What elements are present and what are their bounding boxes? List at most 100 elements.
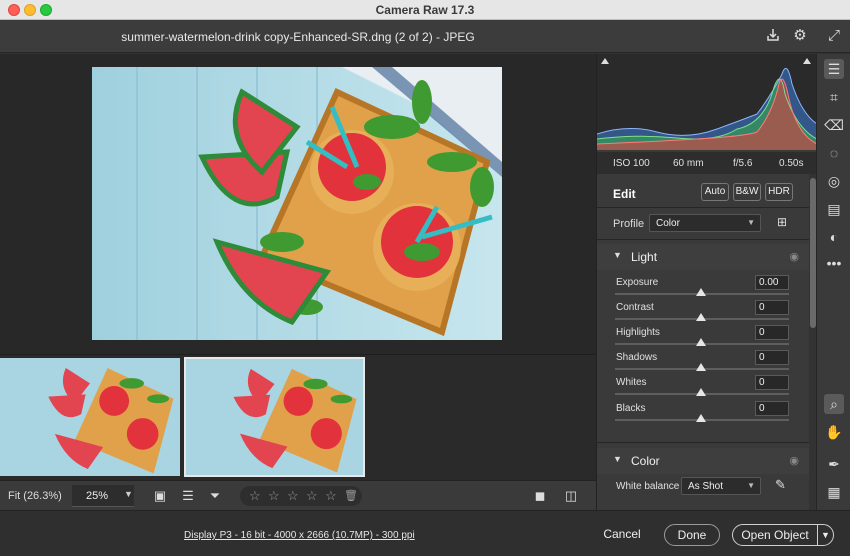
before-after-icon[interactable]: ◫ — [562, 487, 580, 505]
open-object-button[interactable]: Open Object — [732, 524, 818, 546]
divider — [597, 442, 809, 443]
snapshots-icon[interactable]: ▤ — [824, 199, 844, 219]
zoom-icon[interactable]: ⌕ — [824, 394, 844, 414]
filmstrip-thumbnail-selected[interactable] — [184, 357, 365, 477]
contrast-slider[interactable]: Contrast 0 — [597, 299, 809, 324]
profile-label: Profile — [613, 218, 645, 230]
chevron-down-icon: ▼ — [613, 250, 622, 260]
preview-canvas[interactable] — [0, 54, 596, 354]
eye-icon[interactable]: ◉ — [789, 250, 799, 263]
histogram — [597, 54, 817, 150]
chevron-down-icon[interactable]: ▼ — [817, 524, 834, 546]
exif-info: ISO 100 60 mm f/5.6 0.50s — [597, 152, 817, 174]
color-section-title: Color — [631, 454, 660, 468]
gear-icon[interactable]: ⚙ — [791, 27, 809, 45]
exif-shutter: 0.50s — [779, 158, 804, 169]
slider-value-input[interactable]: 0 — [755, 325, 789, 340]
star-icon[interactable]: ☆ — [306, 488, 318, 504]
slider-label: Exposure — [616, 277, 659, 288]
camera-raw-window: Camera Raw 17.3 summer-watermelon-drink … — [0, 0, 850, 556]
star-icon[interactable]: ☆ — [287, 488, 299, 504]
eyedropper-icon[interactable]: ✎ — [775, 477, 786, 493]
crop-icon[interactable]: ⌗ — [824, 87, 844, 107]
color-sampler-icon[interactable]: ✒ — [824, 454, 844, 474]
exif-iso: ISO 100 — [613, 158, 650, 169]
profile-select[interactable]: Color ▼ — [649, 214, 761, 232]
slider-label: Blacks — [616, 403, 646, 414]
status-bar: Display P3 - 16 bit - 4000 x 2666 (10.7M… — [0, 510, 850, 556]
fit-zoom-label[interactable]: Fit (26.3%) — [8, 490, 62, 502]
star-icon[interactable]: ☆ — [249, 488, 261, 504]
masking-icon[interactable]: ◌ — [824, 143, 844, 163]
hdr-button[interactable]: HDR — [765, 183, 793, 201]
eye-icon[interactable]: ◉ — [789, 454, 799, 467]
bottom-toolbar: Fit (26.3%) 25% ▼ ▣ ☰ ⏷ ☆ ☆ ☆ ☆ ☆ 🗑 ◼ ◫ — [0, 480, 596, 510]
slider-handle[interactable] — [696, 388, 706, 396]
chevron-down-icon: ▼ — [613, 454, 622, 464]
slider-handle[interactable] — [696, 313, 706, 321]
edit-sliders-icon[interactable]: ☰ — [824, 59, 844, 79]
profile-browser-icon[interactable]: ⊞ — [777, 215, 787, 229]
chevron-down-icon: ▼ — [747, 481, 755, 490]
slider-value-input[interactable]: 0.00 — [755, 275, 789, 290]
auto-button[interactable]: Auto — [701, 183, 729, 201]
white-balance-value: As Shot — [688, 481, 724, 492]
bw-button[interactable]: B&W — [733, 183, 761, 201]
rating-stars: ☆ ☆ ☆ ☆ ☆ 🗑 — [240, 486, 362, 506]
slider-value-input[interactable]: 0 — [755, 401, 789, 416]
slider-handle[interactable] — [696, 363, 706, 371]
light-section-header[interactable]: ▼ Light ◉ — [597, 244, 809, 270]
slider-value-input[interactable]: 0 — [755, 350, 789, 365]
more-icon[interactable]: ••• — [824, 253, 844, 273]
exif-aperture: f/5.6 — [733, 158, 753, 169]
slider-handle[interactable] — [696, 414, 706, 422]
slider-handle[interactable] — [696, 338, 706, 346]
cancel-button[interactable]: Cancel — [596, 524, 648, 546]
fullscreen-icon[interactable]: ⤢ — [825, 27, 843, 45]
zoom-value: 25% — [86, 490, 109, 502]
exposure-slider[interactable]: Exposure 0.00 — [597, 274, 809, 299]
chevron-down-icon: ▼ — [124, 489, 133, 499]
red-eye-icon[interactable]: ◎ — [824, 171, 844, 191]
slider-handle[interactable] — [696, 288, 706, 296]
light-section-title: Light — [631, 250, 658, 264]
document-header: summer-watermelon-drink copy-Enhanced-SR… — [0, 20, 850, 53]
edit-panel: ISO 100 60 mm f/5.6 0.50s Edit Auto B&W … — [596, 54, 817, 510]
star-icon[interactable]: ☆ — [268, 488, 280, 504]
divider — [597, 207, 809, 208]
slider-value-input[interactable]: 0 — [755, 300, 789, 315]
filmstrip — [0, 354, 596, 480]
zoom-select[interactable]: 25% ▼ — [72, 485, 134, 507]
preview-image[interactable] — [92, 67, 502, 340]
hand-icon[interactable]: ✋ — [824, 422, 844, 442]
title-bar: Camera Raw 17.3 — [0, 0, 850, 20]
blacks-slider[interactable]: Blacks 0 — [597, 400, 809, 425]
eraser-icon[interactable]: ⌫ — [824, 115, 844, 135]
workflow-options-link[interactable]: Display P3 - 16 bit - 4000 x 2666 (10.7M… — [184, 530, 415, 541]
trash-icon[interactable]: 🗑 — [344, 489, 358, 502]
slider-value-input[interactable]: 0 — [755, 375, 789, 390]
done-button[interactable]: Done — [664, 524, 720, 546]
toggle-overlay-icon[interactable]: ◼ — [532, 487, 548, 505]
chevron-down-icon: ▼ — [747, 218, 755, 227]
slider-label: Shadows — [616, 352, 658, 363]
window-title: Camera Raw 17.3 — [375, 3, 475, 17]
whites-slider[interactable]: Whites 0 — [597, 374, 809, 399]
divider — [597, 239, 809, 240]
presets-icon[interactable]: ◐ — [824, 227, 844, 247]
slider-label: Contrast — [616, 302, 654, 313]
white-balance-select[interactable]: As Shot ▼ — [681, 477, 761, 495]
sort-icon[interactable]: ☰ — [180, 487, 196, 505]
profile-value: Color — [656, 218, 680, 229]
shadows-slider[interactable]: Shadows 0 — [597, 349, 809, 374]
filmstrip-thumbnail[interactable] — [0, 358, 180, 476]
highlights-slider[interactable]: Highlights 0 — [597, 324, 809, 349]
filmstrip-view-icon[interactable]: ▣ — [150, 487, 170, 505]
save-icon[interactable] — [764, 27, 782, 45]
exif-focal: 60 mm — [673, 158, 704, 169]
star-icon[interactable]: ☆ — [325, 488, 337, 504]
color-section-header[interactable]: ▼ Color ◉ — [597, 448, 809, 474]
grid-icon[interactable]: ▦ — [824, 482, 844, 502]
document-filename: summer-watermelon-drink copy-Enhanced-SR… — [121, 30, 475, 44]
filter-icon[interactable]: ⏷ — [206, 487, 224, 505]
